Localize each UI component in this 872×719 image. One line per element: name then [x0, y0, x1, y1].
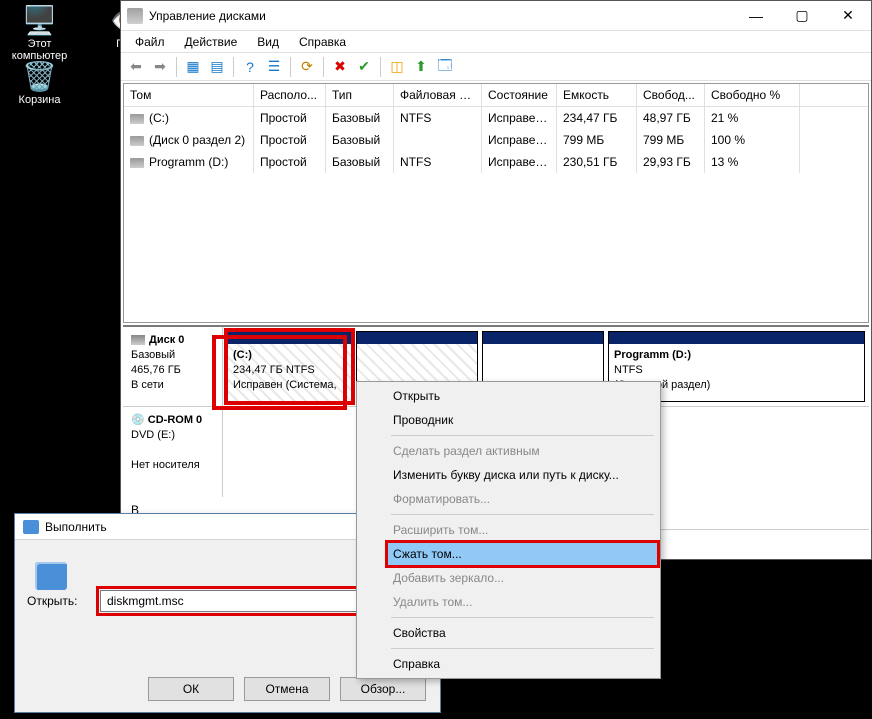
delete-icon[interactable]: ✖ — [329, 56, 351, 78]
col-capacity[interactable]: Емкость — [557, 84, 637, 106]
run-open-label: Открыть: — [27, 594, 99, 608]
ctx-make-active: Сделать раздел активным — [387, 439, 658, 463]
disk-icon — [130, 136, 144, 146]
col-free[interactable]: Свобод... — [637, 84, 705, 106]
list-icon[interactable]: ☰ — [263, 56, 285, 78]
recycle-icon: 🗑️ — [24, 60, 56, 92]
ctx-open[interactable]: Открыть — [387, 384, 658, 408]
up-icon[interactable]: ⬆ — [410, 56, 432, 78]
ctx-explorer[interactable]: Проводник — [387, 408, 658, 432]
ctx-extend: Расширить том... — [387, 518, 658, 542]
desktop-icon-recycle[interactable]: 🗑️ Корзина — [2, 60, 77, 106]
volume-list[interactable]: Том Располо... Тип Файловая с... Состоян… — [123, 83, 869, 323]
ctx-help[interactable]: Справка — [387, 652, 658, 676]
menu-action[interactable]: Действие — [175, 33, 248, 51]
col-volume[interactable]: Том — [124, 84, 254, 106]
window-title: Управление дисками — [149, 9, 733, 23]
menu-file[interactable]: Файл — [125, 33, 175, 51]
cdrom-icon: 💿 — [131, 414, 145, 426]
desktop-icon-this-pc[interactable]: 🖥️ Этот компьютер — [2, 4, 77, 62]
col-type[interactable]: Тип — [326, 84, 394, 106]
run-big-icon — [35, 562, 67, 590]
disk-icon — [131, 335, 145, 345]
menubar: Файл Действие Вид Справка — [121, 31, 871, 53]
diskmgmt-icon — [127, 8, 143, 24]
cdrom-meta[interactable]: 💿 CD-ROM 0 DVD (E:) Нет носителя — [123, 407, 223, 497]
refresh-icon[interactable]: ⟳ — [296, 56, 318, 78]
view-top-icon[interactable]: ▦ — [182, 56, 204, 78]
disk-meta[interactable]: Диск 0 Базовый 465,76 ГБ В сети — [123, 327, 223, 406]
disk-icon — [130, 114, 144, 124]
ctx-format: Форматировать... — [387, 487, 658, 511]
run-cancel-button[interactable]: Отмена — [244, 677, 330, 701]
run-icon — [23, 520, 39, 534]
titlebar[interactable]: Управление дисками ― ▢ ✕ — [121, 1, 871, 31]
col-status[interactable]: Состояние — [482, 84, 557, 106]
maximize-button[interactable]: ▢ — [779, 1, 825, 31]
menu-view[interactable]: Вид — [247, 33, 289, 51]
ctx-properties[interactable]: Свойства — [387, 621, 658, 645]
col-fs[interactable]: Файловая с... — [394, 84, 482, 106]
volume-row[interactable]: Programm (D:) Простой Базовый NTFS Испра… — [124, 151, 868, 173]
toolbar: ⬅ ➡ ▦ ▤ ? ☰ ⟳ ✖ ✔ ◫ ⬆ 🗔 — [121, 53, 871, 81]
partition-c[interactable]: (C:) 234,47 ГБ NTFS Исправен (Система, — [227, 331, 352, 402]
run-ok-button[interactable]: ОК — [148, 677, 234, 701]
menu-help[interactable]: Справка — [289, 33, 356, 51]
col-layout[interactable]: Располо... — [254, 84, 326, 106]
back-button[interactable]: ⬅ — [125, 56, 147, 78]
close-button[interactable]: ✕ — [825, 1, 871, 31]
view-bottom-icon[interactable]: ▤ — [206, 56, 228, 78]
volume-row[interactable]: (Диск 0 раздел 2) Простой Базовый Исправ… — [124, 129, 868, 151]
help-icon[interactable]: ? — [239, 56, 261, 78]
minimize-button[interactable]: ― — [733, 1, 779, 31]
ctx-mirror: Добавить зеркало... — [387, 566, 658, 590]
col-pct[interactable]: Свободно % — [705, 84, 800, 106]
ctx-change-letter[interactable]: Изменить букву диска или путь к диску... — [387, 463, 658, 487]
desktop-icon-label: Этот компьютер — [2, 38, 77, 62]
disk-icon — [130, 158, 144, 168]
ctx-delete: Удалить том... — [387, 590, 658, 614]
desktop-icon-label: Корзина — [2, 94, 77, 106]
context-menu: Открыть Проводник Сделать раздел активны… — [356, 381, 661, 679]
volume-columns: Том Располо... Тип Файловая с... Состоян… — [124, 84, 868, 107]
pc-icon: 🖥️ — [24, 4, 56, 36]
ctx-shrink[interactable]: Сжать том... — [387, 542, 658, 566]
run-browse-button[interactable]: Обзор... — [340, 677, 426, 701]
check-icon[interactable]: ✔ — [353, 56, 375, 78]
forward-button[interactable]: ➡ — [149, 56, 171, 78]
run-title-text: Выполнить — [45, 520, 107, 534]
new-icon[interactable]: ◫ — [386, 56, 408, 78]
volume-row[interactable]: (C:) Простой Базовый NTFS Исправен... 23… — [124, 107, 868, 129]
properties-icon[interactable]: 🗔 — [434, 56, 456, 78]
